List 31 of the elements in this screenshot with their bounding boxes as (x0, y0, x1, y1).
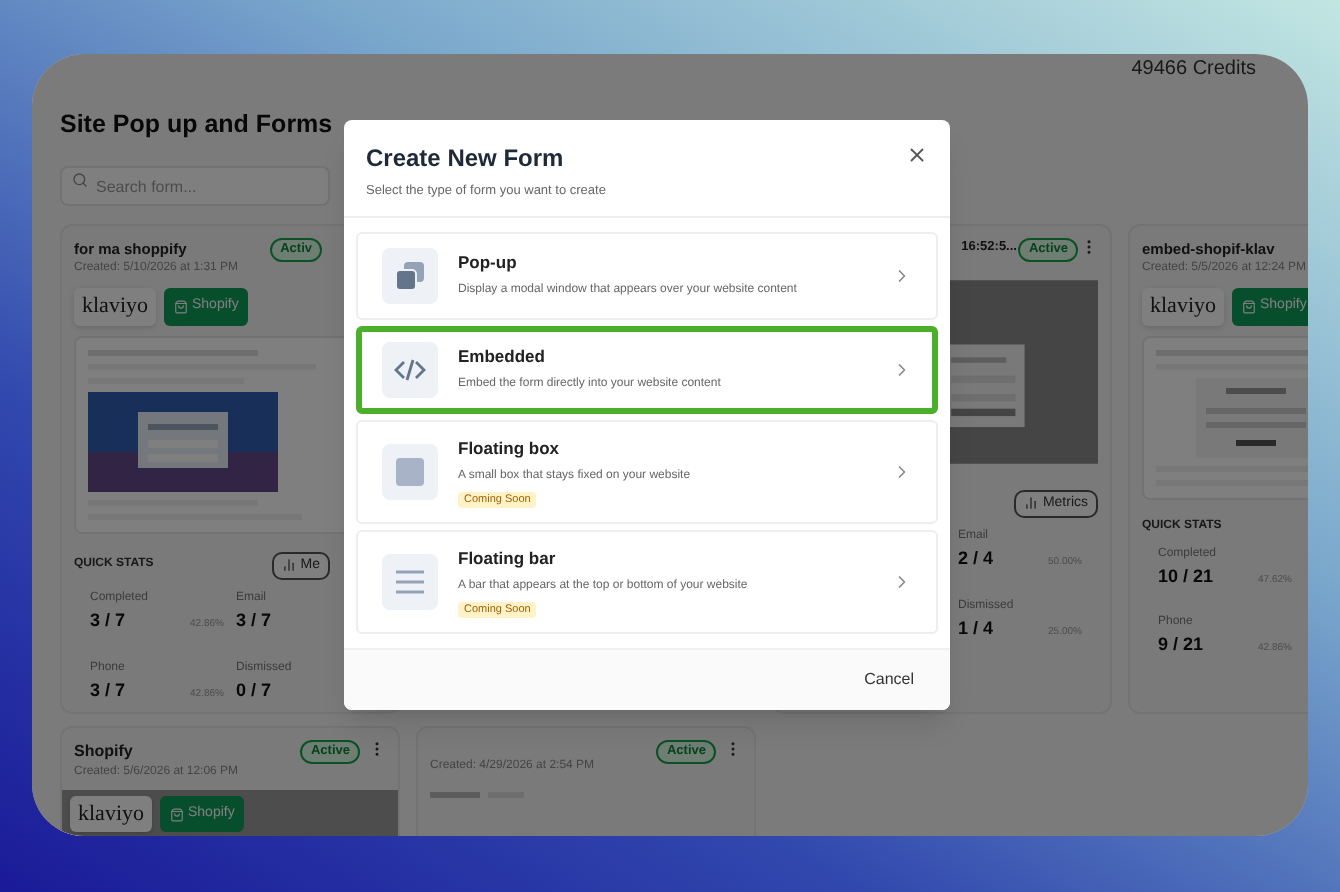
bag-icon (1242, 299, 1256, 314)
stat-value: 3 / 7 (236, 608, 272, 634)
stat-value: 1 / 4 (958, 615, 994, 641)
klaviyo-logo: klaviyo (70, 795, 152, 833)
code-icon (382, 341, 438, 398)
option-title: Pop-up (458, 250, 517, 277)
page-title: Site Pop up and Forms (60, 108, 333, 142)
chart-icon (282, 558, 297, 573)
klaviyo-logo: klaviyo (74, 288, 156, 325)
stat-value: 2 / 4 (958, 546, 994, 572)
stat-value: 0 / 7 (236, 677, 272, 703)
option-title: Floating bar (458, 545, 556, 571)
credits-count: 49466 Credits (1131, 56, 1256, 78)
search-icon (72, 171, 88, 188)
option-title: Floating box (458, 435, 560, 461)
form-title: Shopify (74, 739, 135, 764)
square-icon (382, 443, 438, 500)
close-button[interactable] (906, 144, 928, 166)
bag-icon (170, 807, 184, 821)
stat-value: 3 / 7 (90, 677, 126, 703)
dialog-title: Create New Form (366, 142, 566, 176)
option-title: Embedded (458, 344, 545, 371)
stat-value: 10 / 21 (1158, 563, 1214, 589)
cancel-button[interactable]: Cancel (864, 667, 914, 692)
stat-value: 3 / 7 (90, 608, 126, 634)
bag-icon (174, 299, 188, 314)
klaviyo-logo: klaviyo (1142, 288, 1224, 325)
menu-lines-icon (382, 553, 438, 610)
windows-icon (382, 247, 438, 304)
chart-icon (1024, 496, 1039, 511)
stat-value: 9 / 21 (1158, 632, 1204, 658)
